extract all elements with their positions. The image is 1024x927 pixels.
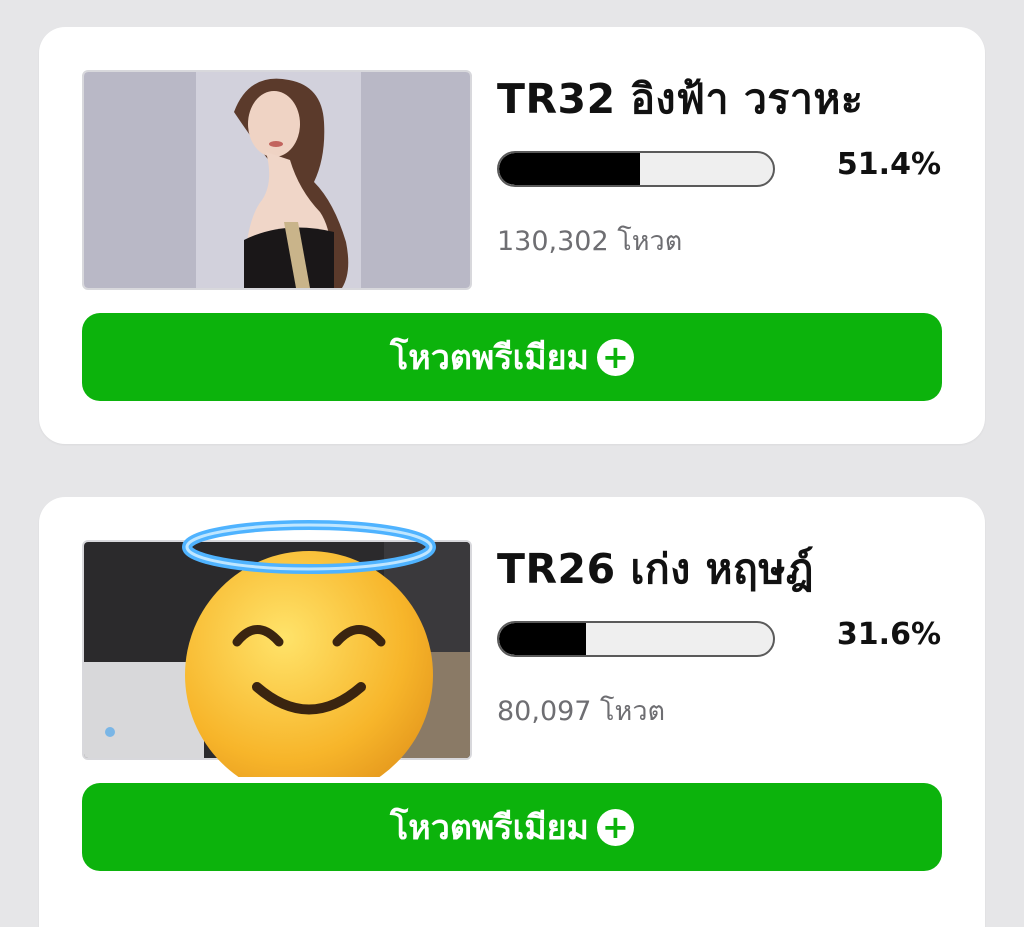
- vote-count: 130,302 โหวต: [497, 226, 683, 257]
- premium-vote-button[interactable]: โหวตพรีเมียม +: [82, 313, 942, 401]
- portrait-photo-icon: [84, 72, 470, 288]
- premium-vote-label: โหวตพรีเมียม: [390, 338, 589, 378]
- candidate-photo: [82, 540, 472, 760]
- vote-count: 80,097 โหวต: [497, 696, 666, 727]
- candidate-name: TR26 เก่ง หฤษฎ์: [497, 545, 814, 593]
- candidate-card-tr32: TR32 อิงฟ้า วราหะ 51.4% 130,302 โหวต โหว…: [39, 27, 985, 444]
- vote-percent: 31.6%: [836, 617, 941, 652]
- candidate-photo: [82, 70, 472, 290]
- premium-vote-button[interactable]: โหวตพรีเมียม +: [82, 783, 942, 871]
- premium-vote-label: โหวตพรีเมียม: [390, 808, 589, 848]
- vote-percent: 51.4%: [836, 147, 941, 182]
- vote-progress-bar: [497, 621, 775, 657]
- background-photo-icon: [84, 542, 470, 758]
- plus-circle-icon: +: [596, 338, 634, 376]
- plus-circle-icon: +: [596, 808, 634, 846]
- vote-progress-fill: [499, 153, 640, 185]
- vote-progress-bar: [497, 151, 775, 187]
- candidate-name: TR32 อิงฟ้า วราหะ: [497, 75, 864, 123]
- candidate-card-tr26: TR26 เก่ง หฤษฎ์ 31.6% 80,097 โหวต โหวตพร…: [39, 497, 985, 927]
- vote-progress-fill: [499, 623, 586, 655]
